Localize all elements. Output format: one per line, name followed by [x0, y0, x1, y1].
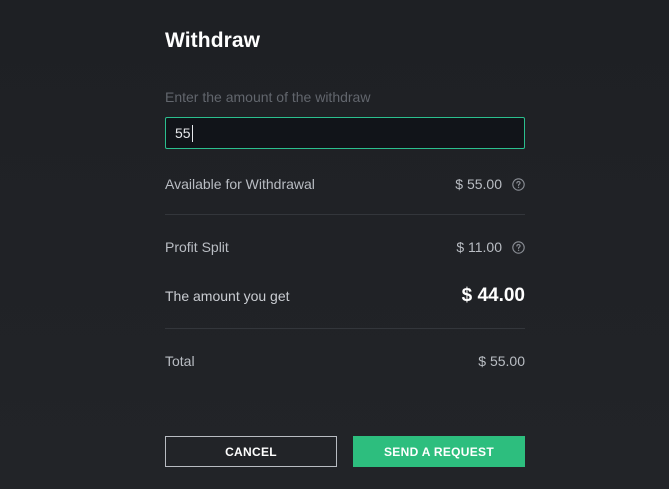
amount-you-get-row: The amount you get $ 44.00	[165, 285, 525, 307]
total-row: Total $ 55.00	[165, 353, 525, 369]
amount-input-value: 55	[175, 125, 191, 141]
text-caret	[191, 124, 193, 142]
dialog-title: Withdraw	[165, 29, 261, 52]
profit-split-value: $ 11.00	[456, 239, 502, 255]
available-value-wrap: $ 55.00	[455, 176, 525, 192]
help-circle-icon[interactable]	[512, 240, 525, 254]
divider	[165, 214, 525, 215]
amount-you-get-value: $ 44.00	[461, 285, 525, 306]
divider	[165, 328, 525, 329]
available-label: Available for Withdrawal	[165, 176, 315, 192]
send-request-button[interactable]: SEND A REQUEST	[353, 436, 525, 467]
total-label: Total	[165, 353, 195, 369]
dialog-actions: CANCEL SEND A REQUEST	[165, 436, 525, 467]
profit-split-row: Profit Split $ 11.00	[165, 239, 525, 255]
withdraw-dialog: Withdraw Enter the amount of the withdra…	[0, 0, 669, 489]
profit-split-value-wrap: $ 11.00	[456, 239, 525, 255]
available-value: $ 55.00	[455, 176, 502, 192]
total-value: $ 55.00	[478, 353, 525, 369]
withdraw-amount-input[interactable]: 55	[165, 117, 525, 149]
amount-field-label: Enter the amount of the withdraw	[165, 89, 371, 105]
available-for-withdrawal-row: Available for Withdrawal $ 55.00	[165, 176, 525, 192]
help-circle-icon[interactable]	[512, 177, 525, 191]
profit-split-label: Profit Split	[165, 239, 229, 255]
amount-you-get-label: The amount you get	[165, 288, 290, 304]
cancel-button[interactable]: CANCEL	[165, 436, 337, 467]
